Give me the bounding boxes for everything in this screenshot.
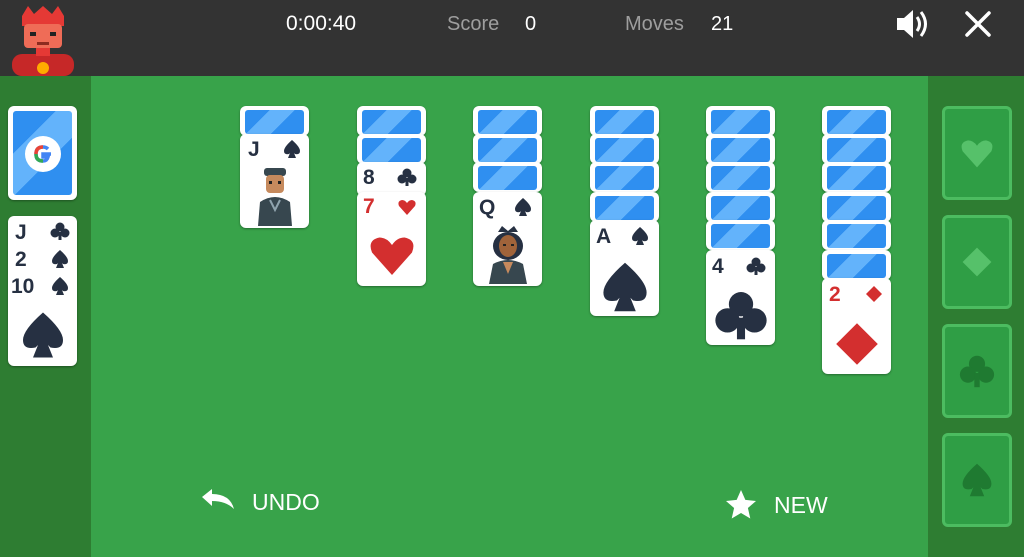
star-icon xyxy=(726,490,756,519)
king-avatar-icon xyxy=(8,4,78,76)
tableau-card-facedown xyxy=(822,192,891,222)
stock-pile[interactable] xyxy=(8,106,77,200)
card-rank: 2 xyxy=(829,283,841,306)
speaker-icon xyxy=(897,10,927,38)
tableau-card-facedown xyxy=(706,106,775,136)
heart-icon xyxy=(961,140,993,168)
tableau-card-facedown xyxy=(473,162,542,192)
waste-pile[interactable]: J 2 10 xyxy=(8,216,77,366)
google-g-logo xyxy=(25,136,61,172)
card-rank: 4 xyxy=(712,255,724,278)
tableau-card-facedown xyxy=(822,162,891,192)
tableau-card-four-clubs[interactable]: 4 xyxy=(706,250,775,345)
tableau-card-queen-spades[interactable]: Q xyxy=(473,192,542,286)
tableau-card-facedown xyxy=(822,134,891,164)
undo-arrow-icon xyxy=(202,489,234,509)
tableau-card-facedown xyxy=(590,192,659,222)
sound-button[interactable] xyxy=(893,6,933,42)
undo-label: UNDO xyxy=(252,488,320,515)
tableau-card-facedown xyxy=(590,162,659,192)
tableau-card-eight-clubs[interactable]: 8 xyxy=(357,162,426,196)
club-icon xyxy=(746,257,766,275)
club-icon xyxy=(959,355,995,388)
card-rank: Q xyxy=(479,196,496,219)
tableau-card-facedown xyxy=(822,250,891,280)
foundation-hearts[interactable] xyxy=(942,106,1012,200)
spade-icon xyxy=(962,463,992,497)
tableau-card-jack-spades[interactable]: J xyxy=(240,134,309,228)
waste-card-rank: 2 xyxy=(15,248,27,271)
heart-icon xyxy=(398,200,416,215)
tableau-card-facedown xyxy=(706,134,775,164)
game-timer: 0:00:40 xyxy=(286,12,357,35)
heart-icon xyxy=(370,237,414,275)
club-icon xyxy=(50,222,70,240)
foundation-diamonds[interactable] xyxy=(942,215,1012,309)
tableau-card-facedown xyxy=(706,192,775,222)
card-rank: J xyxy=(248,138,260,161)
spade-icon xyxy=(632,227,648,245)
card-rank: 7 xyxy=(363,195,375,218)
moves-value: 21 xyxy=(711,13,734,35)
tableau-card-two-diamonds[interactable]: 2 xyxy=(822,278,891,374)
tableau-card-facedown xyxy=(473,106,542,136)
spade-icon xyxy=(52,250,68,268)
top-bar: 0:00:40 Score 0 Moves 21 xyxy=(0,0,1024,76)
tableau-card-facedown xyxy=(357,134,426,164)
tableau-card-facedown xyxy=(473,134,542,164)
spade-icon xyxy=(515,198,531,216)
tableau-card-facedown xyxy=(822,106,891,136)
diamond-icon xyxy=(836,323,878,365)
close-button[interactable] xyxy=(960,6,996,42)
tableau-card-facedown xyxy=(822,220,891,250)
diamond-icon xyxy=(962,247,992,277)
diamond-icon xyxy=(866,286,882,302)
foundation-clubs[interactable] xyxy=(942,324,1012,418)
card-rank: 8 xyxy=(363,166,375,189)
club-icon xyxy=(715,292,767,340)
spade-icon xyxy=(52,277,68,295)
moves-label: Moves xyxy=(625,13,684,35)
tableau-card-facedown xyxy=(590,134,659,164)
waste-card-rank: J xyxy=(15,221,27,244)
tableau-card-ace-spades[interactable]: A xyxy=(590,220,659,316)
queen-face-icon xyxy=(489,226,527,284)
tableau-card-facedown xyxy=(240,106,309,136)
undo-button[interactable]: UNDO xyxy=(198,487,320,517)
tableau-card-seven-hearts[interactable]: 7 xyxy=(357,192,426,286)
score-value: 0 xyxy=(525,13,537,35)
spade-icon xyxy=(23,312,63,358)
new-label: NEW xyxy=(774,491,828,518)
spade-icon xyxy=(284,140,300,158)
tableau-card-facedown xyxy=(590,106,659,136)
foundation-spades[interactable] xyxy=(942,433,1012,527)
waste-card-rank: 10 xyxy=(11,275,35,298)
club-icon xyxy=(397,168,417,186)
tableau-card-facedown xyxy=(706,220,775,250)
close-icon xyxy=(965,11,991,37)
new-game-button[interactable]: NEW xyxy=(722,487,828,523)
score-label: Score xyxy=(447,13,500,35)
spade-icon xyxy=(603,262,647,312)
tableau-card-facedown xyxy=(357,106,426,136)
tableau-card-facedown xyxy=(706,162,775,192)
card-rank: A xyxy=(596,225,612,248)
jack-face-icon xyxy=(258,168,292,226)
